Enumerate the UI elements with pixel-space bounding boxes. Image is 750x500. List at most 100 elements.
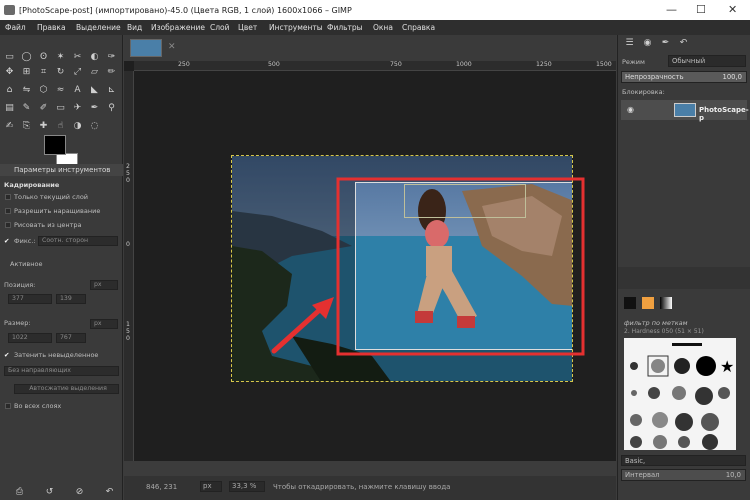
- menu-filters[interactable]: Фильтры: [327, 23, 363, 32]
- free-select-icon[interactable]: ʘ: [38, 52, 49, 63]
- smudge-icon[interactable]: ☝: [55, 121, 66, 132]
- title-bar: [PhotoScape-post] (импортировано)-45.0 (…: [0, 0, 750, 20]
- align-icon[interactable]: ⊞: [21, 67, 32, 78]
- current-layer-checkbox[interactable]: [5, 194, 11, 200]
- brush-preset-field[interactable]: Basic,: [621, 455, 746, 466]
- brush-info: 2. Hardness 050 (51 × 51): [624, 328, 704, 335]
- restore-preset-icon[interactable]: ↺: [44, 487, 55, 498]
- brush-icon[interactable]: ✐: [38, 103, 49, 114]
- tool-options-header: Параметры инструментов: [0, 164, 123, 176]
- current-layer-label: Только текущий слой: [14, 193, 89, 201]
- blur-icon[interactable]: ◌: [89, 121, 100, 132]
- close-tab-icon[interactable]: ✕: [168, 42, 176, 52]
- flip-icon[interactable]: ⇋: [21, 85, 32, 96]
- dodge-icon[interactable]: ◑: [72, 121, 83, 132]
- perspective-icon[interactable]: ⌂: [4, 85, 15, 96]
- menu-tools[interactable]: Инструменты: [269, 23, 323, 32]
- measure-icon[interactable]: ⊾: [106, 85, 117, 96]
- spacing-value: 10,0: [725, 471, 741, 479]
- fixed-label: Фикс.:: [14, 237, 36, 245]
- visibility-eye-icon[interactable]: ◉: [627, 105, 634, 114]
- shear-icon[interactable]: ▱: [89, 67, 100, 78]
- eraser-icon[interactable]: ▭: [55, 103, 66, 114]
- channels-tab-icon[interactable]: ◉: [642, 38, 653, 49]
- fg-select-icon[interactable]: ◐: [89, 52, 100, 63]
- position-x-field[interactable]: 377: [8, 294, 52, 304]
- undo-tab-icon[interactable]: ↶: [678, 38, 689, 49]
- zoom-icon[interactable]: ⚲: [106, 103, 117, 114]
- gradient-icon[interactable]: ▤: [4, 103, 15, 114]
- ink-icon[interactable]: ✒: [89, 103, 100, 114]
- fixed-checkmark[interactable]: ✔: [4, 237, 9, 245]
- size-unit-dropdown[interactable]: px: [90, 319, 118, 329]
- menu-image[interactable]: Изображение: [151, 23, 205, 32]
- airbrush-icon[interactable]: ✈: [72, 103, 83, 114]
- crop-icon[interactable]: ⌗: [38, 67, 49, 78]
- aspect-value[interactable]: Активное: [10, 260, 42, 268]
- heal-icon[interactable]: ✚: [38, 121, 49, 132]
- patterns-tab-icon[interactable]: [642, 297, 654, 309]
- scale-icon[interactable]: ⤢: [72, 67, 83, 78]
- menu-layer[interactable]: Слой: [210, 23, 230, 32]
- annotation-highlight-box: [336, 177, 585, 356]
- zoom-dropdown[interactable]: 33,3 %: [229, 481, 265, 492]
- opacity-slider[interactable]: Непрозрачность 100,0: [621, 71, 747, 83]
- toolbox: ▭ ◯ ʘ ✶ ✂ ◐ ✥ ⊞ ⌗ ↻ ⤢ ▱ ⌂ ⇋ ⬡ ≈ A ◣ ▤ ✎ …: [0, 35, 123, 500]
- path-icon[interactable]: ✑: [106, 52, 117, 63]
- spacing-slider[interactable]: Интервал 10,0: [621, 469, 746, 481]
- scissors-select-icon[interactable]: ✂: [72, 52, 83, 63]
- guides-dropdown[interactable]: Без направляющих: [4, 366, 119, 376]
- menu-windows[interactable]: Окна: [373, 23, 393, 32]
- brushes-tab-icon[interactable]: [624, 297, 636, 309]
- clone-icon[interactable]: ⎘: [21, 121, 32, 132]
- menu-select[interactable]: Выделение: [76, 23, 121, 32]
- close-button[interactable]: ✕: [728, 3, 737, 16]
- position-label: Позиция:: [4, 281, 36, 289]
- fixed-dropdown[interactable]: Соотн. сторон: [38, 236, 118, 246]
- fuzzy-select-icon[interactable]: ✶: [55, 52, 66, 63]
- autoshrink-button[interactable]: Автосжатие выделения: [14, 384, 119, 394]
- delete-preset-icon[interactable]: ⊘: [74, 487, 85, 498]
- rotate-icon[interactable]: ↻: [55, 67, 66, 78]
- paths-tab-icon[interactable]: ✒: [660, 38, 671, 49]
- layer-row[interactable]: ◉ PhotoScape-p: [621, 100, 749, 122]
- merged-checkbox[interactable]: [5, 403, 11, 409]
- ellipse-select-icon[interactable]: ◯: [21, 52, 32, 63]
- minimize-button[interactable]: —: [666, 3, 677, 16]
- menu-help[interactable]: Справка: [402, 23, 435, 32]
- gradients-tab-icon[interactable]: [660, 297, 672, 309]
- layers-tab-icon[interactable]: ☰: [624, 38, 635, 49]
- text-icon[interactable]: A: [72, 85, 83, 96]
- mypaint-icon[interactable]: ✍: [4, 121, 15, 132]
- rect-select-icon[interactable]: ▭: [4, 52, 15, 63]
- move-icon[interactable]: ✥: [4, 67, 15, 78]
- menu-view[interactable]: Вид: [127, 23, 142, 32]
- pencil-icon[interactable]: ✎: [21, 103, 32, 114]
- cage-icon[interactable]: ⬡: [38, 85, 49, 96]
- reset-preset-icon[interactable]: ↶: [104, 487, 115, 498]
- save-preset-icon[interactable]: ⎙: [14, 487, 25, 498]
- position-y-field[interactable]: 139: [56, 294, 86, 304]
- bucket-icon[interactable]: ◣: [89, 85, 100, 96]
- expand-center-checkbox[interactable]: [5, 222, 11, 228]
- window-title: [PhotoScape-post] (импортировано)-45.0 (…: [19, 6, 352, 15]
- menu-colors[interactable]: Цвет: [238, 23, 257, 32]
- size-h-field[interactable]: 767: [56, 333, 86, 343]
- warp-icon[interactable]: ≈: [55, 85, 66, 96]
- brush-filter-label[interactable]: фильтр по меткам: [624, 319, 688, 327]
- position-unit-dropdown[interactable]: px: [90, 280, 118, 290]
- gimp-app-icon: [4, 5, 15, 15]
- shade-checkmark[interactable]: ✔: [4, 351, 9, 359]
- menu-file[interactable]: Файл: [5, 23, 26, 32]
- size-w-field[interactable]: 1022: [8, 333, 52, 343]
- layer-name[interactable]: PhotoScape-p: [699, 106, 749, 122]
- foreground-color-swatch[interactable]: [44, 135, 66, 155]
- image-tab-thumbnail[interactable]: [130, 39, 162, 57]
- mode-dropdown[interactable]: Обычный: [668, 55, 746, 67]
- allow-growing-checkbox[interactable]: [5, 208, 11, 214]
- maximize-button[interactable]: ☐: [696, 3, 706, 16]
- menu-edit[interactable]: Правка: [37, 23, 66, 32]
- picker-icon[interactable]: ✏: [106, 67, 117, 78]
- brush-grid[interactable]: ★: [624, 338, 736, 450]
- unit-dropdown[interactable]: px: [200, 481, 222, 492]
